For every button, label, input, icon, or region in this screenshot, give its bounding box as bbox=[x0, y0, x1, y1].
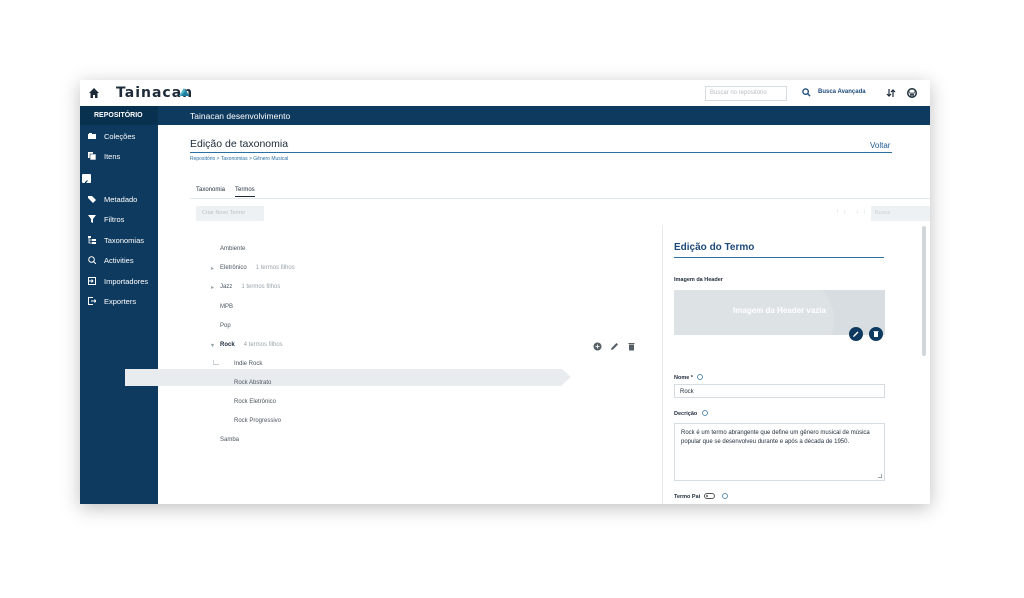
trash-icon[interactable] bbox=[627, 342, 636, 351]
sidebar-item-filters[interactable]: Filtros bbox=[80, 211, 158, 227]
sidebar-item-activities[interactable]: Activities bbox=[80, 252, 158, 268]
term-row[interactable]: Ambiente bbox=[220, 242, 245, 256]
parent-term-label: Termo Pai bbox=[674, 493, 729, 500]
name-label-text: Nome * bbox=[674, 375, 693, 381]
header-image-label: Imagem da Header bbox=[674, 277, 723, 283]
activities-icon bbox=[88, 256, 96, 264]
term-row[interactable]: Rock Progressivo bbox=[234, 414, 281, 428]
term-name: Eletrônico bbox=[220, 265, 247, 271]
sidebar-item-importers[interactable]: Importadores bbox=[80, 273, 158, 289]
selected-term-row[interactable] bbox=[125, 369, 562, 386]
resize-handle[interactable] bbox=[878, 474, 882, 478]
parent-term-toggle[interactable] bbox=[703, 493, 715, 499]
sidebar-item-label: Metadado bbox=[104, 194, 138, 204]
panel-scrollbar[interactable] bbox=[922, 226, 926, 356]
term-row[interactable]: Rock Eletrônico bbox=[234, 395, 276, 409]
term-row[interactable]: Rock Abstrato bbox=[234, 376, 271, 390]
breadcrumb[interactable]: Repositório > Taxonomias > Gênero Musica… bbox=[190, 156, 288, 162]
sidebar-item-label: Filtros bbox=[104, 214, 125, 224]
add-child-icon[interactable] bbox=[593, 342, 602, 351]
term-name: Ambiente bbox=[220, 246, 246, 252]
term-row-actions bbox=[593, 342, 636, 351]
selected-row-pointer bbox=[562, 369, 571, 385]
sidebar-item-metadata[interactable]: Metadado bbox=[80, 191, 158, 207]
logo-mark-icon bbox=[179, 88, 189, 96]
help-icon[interactable] bbox=[722, 493, 729, 499]
term-row[interactable]: ▸ Jazz 1 termos filhos bbox=[211, 280, 281, 294]
help-icon[interactable] bbox=[697, 374, 704, 380]
term-name: Pop bbox=[220, 323, 231, 329]
parent-label-text: Termo Pai bbox=[674, 494, 701, 500]
taxonomy-icon bbox=[88, 236, 96, 244]
sidebar: REPOSITÓRIO Coleções Itens Metadado Filt… bbox=[80, 106, 158, 504]
sidebar-item-label: Taxonomias bbox=[104, 235, 145, 245]
tab-taxonomy[interactable]: Taxonomia bbox=[196, 187, 225, 197]
term-row[interactable]: Pop bbox=[220, 319, 231, 333]
description-label-text: Decrição bbox=[674, 411, 698, 417]
term-name: Rock bbox=[220, 342, 235, 348]
chevron-right-icon[interactable]: ▸ bbox=[211, 284, 214, 291]
term-name: Samba bbox=[220, 437, 240, 443]
term-row[interactable]: MPB bbox=[220, 300, 233, 314]
trash-icon bbox=[873, 331, 879, 337]
sidebar-item-taxonomies[interactable]: Taxonomias bbox=[80, 232, 158, 248]
filter-icon bbox=[88, 215, 96, 223]
header-image-empty-text: Imagem da Header vazia bbox=[733, 306, 826, 315]
term-name: MPB bbox=[220, 304, 234, 310]
tabs: Taxonomia Termos bbox=[196, 187, 255, 197]
term-row[interactable]: Samba bbox=[220, 433, 239, 447]
tree-connector bbox=[213, 360, 219, 365]
edit-image-button[interactable] bbox=[849, 327, 863, 341]
description-text: Rock é um termo abrangente que define um… bbox=[681, 430, 870, 445]
term-row[interactable]: Indie Rock bbox=[234, 357, 262, 371]
term-name: Rock Progressivo bbox=[234, 418, 282, 424]
chevron-left-icon bbox=[84, 180, 88, 185]
items-icon bbox=[88, 152, 96, 160]
term-name: Jazz bbox=[220, 284, 233, 290]
sidebar-item-label: Itens bbox=[104, 151, 121, 161]
term-row[interactable]: ▸ Eletrônico 1 termos filhos bbox=[211, 261, 295, 275]
chevron-right-icon[interactable]: ▸ bbox=[211, 265, 214, 272]
collections-icon bbox=[88, 133, 96, 139]
page-title: Edição de taxonomia bbox=[190, 138, 289, 150]
term-row[interactable]: ▾ Rock 4 termos filhos bbox=[211, 338, 283, 352]
edit-icon[interactable] bbox=[610, 342, 619, 351]
term-name: Indie Rock bbox=[234, 361, 263, 367]
sidebar-item-exporters[interactable]: Exporters bbox=[80, 293, 158, 309]
delete-image-button[interactable] bbox=[869, 327, 883, 341]
sidebar-item-label: Coleções bbox=[104, 131, 136, 141]
sidebar-item-collections[interactable]: Coleções bbox=[80, 128, 158, 144]
create-term-button[interactable]: Criar Novo Termo bbox=[196, 206, 264, 221]
description-field-label: Decrição bbox=[674, 410, 708, 417]
term-children-count: 4 termos filhos bbox=[243, 342, 283, 348]
term-children-count: 1 termos filhos bbox=[241, 284, 281, 290]
name-field-label: Nome * bbox=[674, 374, 704, 381]
tab-terms[interactable]: Termos bbox=[235, 187, 255, 197]
pencil-icon bbox=[853, 331, 859, 337]
sidebar-item-label: Exporters bbox=[104, 296, 137, 306]
tag-icon bbox=[88, 196, 96, 203]
term-name: Rock Eletrônico bbox=[234, 399, 277, 405]
sidebar-heading[interactable]: REPOSITÓRIO bbox=[80, 106, 158, 125]
term-children-count: 1 termos filhos bbox=[255, 265, 295, 271]
edit-term-title: Edição do Termo bbox=[674, 242, 755, 253]
term-name: Rock Abstrato bbox=[234, 380, 272, 386]
export-icon bbox=[88, 297, 96, 305]
sidebar-item-items[interactable]: Itens bbox=[80, 148, 158, 164]
app-window: Tainacan Buscar no repositório Busca Ava… bbox=[80, 80, 930, 504]
sidebar-item-label: Importadores bbox=[104, 276, 149, 286]
edit-term-panel: Edição do Termo Imagem da Header Imagem … bbox=[662, 80, 930, 504]
import-icon bbox=[88, 277, 96, 285]
help-icon[interactable] bbox=[701, 410, 708, 416]
collapse-sidebar-button[interactable] bbox=[82, 174, 91, 185]
name-input[interactable]: Rock bbox=[674, 384, 885, 398]
home-icon[interactable] bbox=[88, 87, 100, 99]
chevron-down-icon[interactable]: ▾ bbox=[211, 342, 214, 349]
sidebar-item-label: Activities bbox=[104, 255, 134, 265]
edit-title-divider bbox=[674, 257, 884, 258]
description-textarea[interactable]: Rock é um termo abrangente que define um… bbox=[674, 423, 885, 481]
